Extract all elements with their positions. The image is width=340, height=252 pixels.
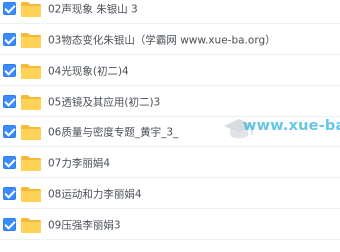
list-item[interactable]: 02声现象 朱银山 3: [0, 0, 340, 24]
file-name[interactable]: 05透镜及其应用(初二)3: [48, 94, 160, 109]
checkbox-checked[interactable]: [3, 1, 16, 15]
checkbox-checked[interactable]: [3, 32, 16, 46]
file-name[interactable]: 08运动和力李丽娟4: [48, 186, 142, 201]
checkbox-checked[interactable]: [3, 124, 16, 138]
folder-icon: [20, 63, 42, 80]
list-item[interactable]: 03物态变化朱银山（学霸网 www.xue-ba.org）: [0, 25, 340, 55]
folder-icon: [20, 217, 42, 234]
list-item[interactable]: 08运动和力李丽娟4: [0, 179, 340, 209]
list-item[interactable]: 09压强李丽娟3: [0, 210, 340, 240]
watermark-text: www.xue-ba.org: [243, 118, 340, 134]
folder-icon: [20, 32, 42, 49]
folder-icon: [20, 94, 42, 111]
file-name[interactable]: 06质量与密度专题_黄宇_3_: [48, 124, 178, 139]
folder-icon: [20, 186, 42, 203]
list-item[interactable]: 07力李丽娟4: [0, 148, 340, 178]
folder-icon: [20, 124, 42, 141]
folder-icon: [20, 1, 42, 18]
file-name[interactable]: 07力李丽娟4: [48, 155, 110, 170]
file-name[interactable]: 02声现象 朱银山 3: [48, 1, 138, 16]
folder-icon: [20, 155, 42, 172]
checkbox-checked[interactable]: [3, 63, 16, 77]
file-name[interactable]: 04光现象(初二)4: [48, 63, 129, 78]
list-item[interactable]: 04光现象(初二)4: [0, 56, 340, 86]
file-list: 02声现象 朱银山 3 03物态变化朱银山（学霸网 www.xue-ba.org…: [0, 0, 340, 252]
file-name[interactable]: 09压强李丽娟3: [48, 217, 121, 232]
watermark: www.xue-ba.org: [221, 110, 340, 148]
file-name[interactable]: 03物态变化朱银山（学霸网 www.xue-ba.org）: [48, 32, 276, 47]
checkbox-checked[interactable]: [3, 217, 16, 231]
checkbox-checked[interactable]: [3, 186, 16, 200]
checkbox-checked[interactable]: [3, 94, 16, 108]
checkbox-checked[interactable]: [3, 155, 16, 169]
